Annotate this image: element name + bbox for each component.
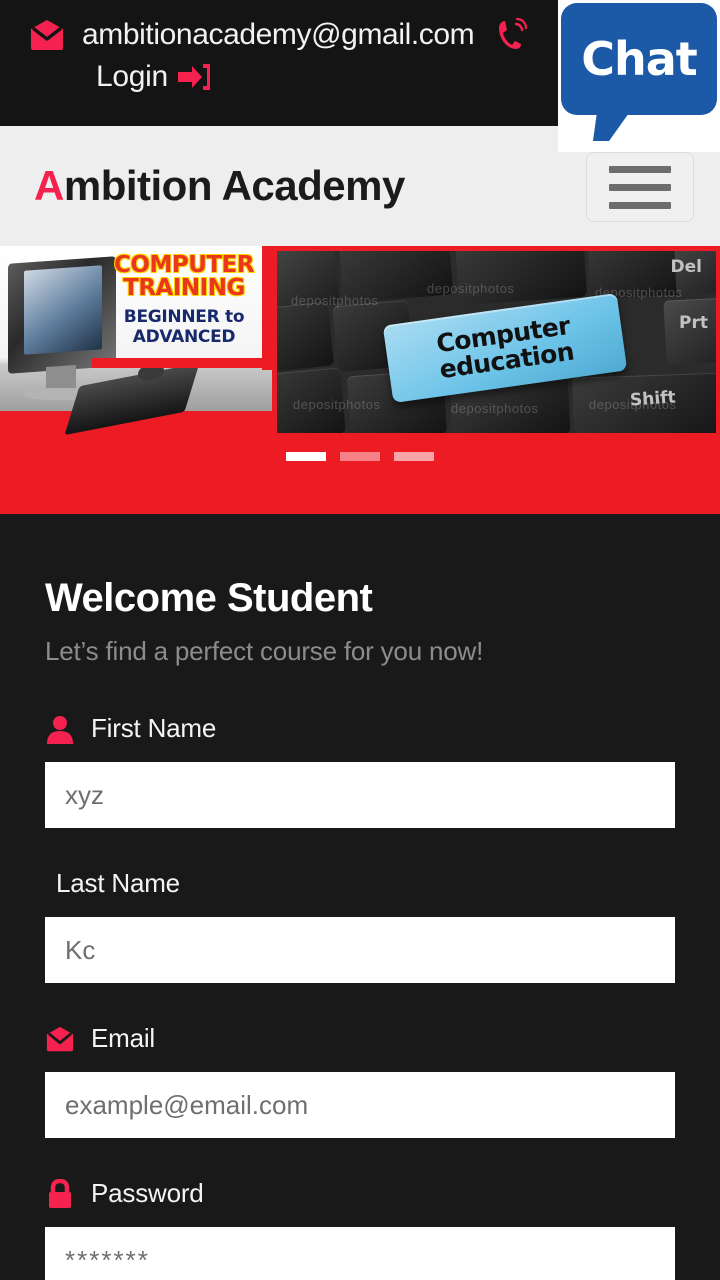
kb-label-del: Del — [670, 257, 702, 277]
carousel-slides: COMPUTER TRAINING BEGINNER to ADVANCED D… — [0, 246, 720, 438]
carousel-indicator-1[interactable] — [286, 452, 326, 461]
last-name-label: Last Name — [56, 868, 180, 898]
chat-bubble-icon[interactable]: Chat — [561, 3, 717, 115]
hamburger-menu-icon[interactable] — [586, 152, 694, 222]
registration-section: Welcome Student Let’s find a perfect cou… — [0, 514, 720, 1280]
carousel-indicators[interactable] — [0, 452, 720, 461]
slide1-headline: COMPUTER TRAINING — [96, 254, 272, 300]
lock-icon — [45, 1178, 75, 1209]
brand-initial: A — [34, 162, 64, 209]
field-email: Email — [45, 1023, 675, 1138]
chat-label: Chat — [581, 32, 698, 86]
slide1-line3: BEGINNER to — [123, 307, 245, 327]
password-input[interactable] — [45, 1227, 675, 1280]
brand-rest: mbition Academy — [63, 162, 406, 209]
first-name-label-row: First Name — [45, 713, 675, 744]
carousel-indicator-3[interactable] — [394, 452, 434, 461]
field-password: Password — [45, 1178, 675, 1280]
kb-label-prt: Prt — [679, 313, 708, 333]
slide1-line4: ADVANCED — [132, 326, 236, 347]
sign-in-icon[interactable] — [177, 63, 211, 91]
kb-key — [277, 367, 346, 433]
last-name-input[interactable] — [45, 917, 675, 983]
kb-key — [277, 301, 335, 373]
menu-bar-2 — [609, 183, 671, 191]
email-label: Email — [91, 1023, 156, 1053]
field-last-name: Last Name — [45, 868, 675, 983]
hero-carousel[interactable]: COMPUTER TRAINING BEGINNER to ADVANCED D… — [0, 246, 720, 514]
email-label-row: Email — [45, 1023, 675, 1054]
key-caption: Computer education — [434, 311, 575, 384]
top-contact-bar: ambitionacademy@gmail.com Login Chat — [0, 0, 720, 152]
kb-key — [277, 251, 341, 311]
kb-label-shift: Shift — [629, 387, 677, 411]
password-label: Password — [91, 1178, 204, 1208]
password-label-row: Password — [45, 1178, 675, 1209]
envelope-icon — [28, 20, 66, 50]
ringing-phone-icon[interactable] — [494, 17, 528, 52]
chat-widget[interactable]: Chat — [558, 0, 720, 152]
field-first-name: First Name — [45, 713, 675, 828]
person-icon — [45, 714, 75, 744]
page-title[interactable]: Ambition Academy — [34, 165, 405, 207]
page-root: ambitionacademy@gmail.com Login Chat Amb… — [0, 0, 720, 1280]
carousel-indicator-2[interactable] — [340, 452, 380, 461]
welcome-heading: Welcome Student — [45, 576, 373, 620]
first-name-input[interactable] — [45, 762, 675, 828]
slide1-line2: TRAINING — [123, 275, 245, 301]
slide1-red-edge — [262, 246, 272, 370]
contact-email-text[interactable]: ambitionacademy@gmail.com — [82, 18, 475, 52]
slide1-red-stripe — [92, 358, 272, 368]
first-name-label: First Name — [91, 713, 217, 743]
carousel-slide-computer-education[interactable]: Del Prt Shift depositphotos depositphoto… — [272, 246, 720, 438]
slide1-subhead: BEGINNER to ADVANCED — [96, 307, 272, 347]
menu-bar-1 — [609, 165, 671, 173]
last-name-label-row: Last Name — [45, 868, 675, 899]
email-input[interactable] — [45, 1072, 675, 1138]
envelope-icon — [45, 1024, 75, 1054]
kb-key — [454, 251, 588, 306]
welcome-subtitle: Let’s find a perfect course for you now! — [45, 636, 484, 666]
monitor-screen-graphic — [24, 265, 102, 355]
keyboard-photo: Del Prt Shift depositphotos depositphoto… — [277, 251, 716, 433]
slide1-line1: COMPUTER — [114, 252, 254, 278]
kb-key — [587, 251, 683, 300]
carousel-slide-computer-training[interactable]: COMPUTER TRAINING BEGINNER to ADVANCED — [0, 246, 272, 438]
kb-key — [338, 251, 454, 304]
keyboard-graphic — [64, 362, 200, 436]
login-label[interactable]: Login — [96, 60, 168, 94]
menu-bar-3 — [609, 201, 671, 209]
